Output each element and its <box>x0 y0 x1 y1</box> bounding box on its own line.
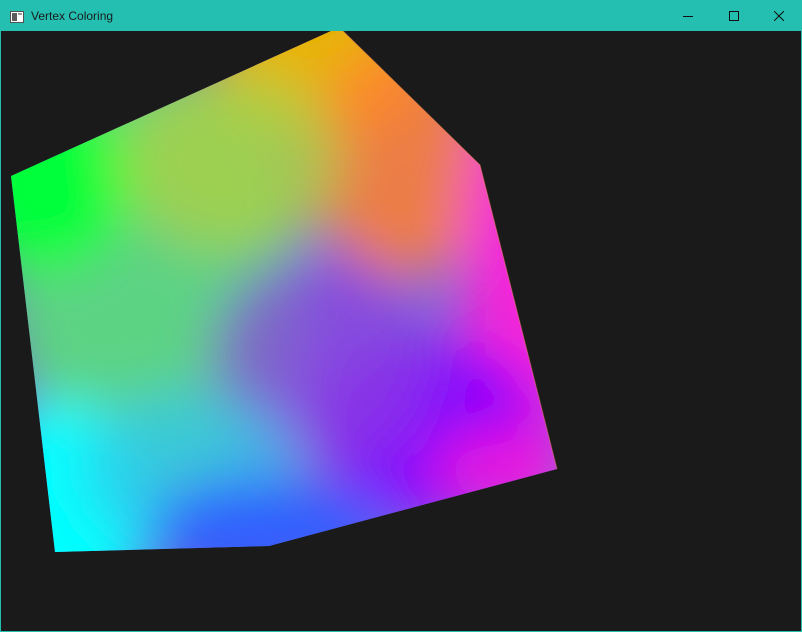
minimize-button[interactable] <box>665 1 711 31</box>
app-window-icon <box>10 10 24 23</box>
window-title: Vertex Coloring <box>31 9 114 23</box>
vertex-colored-cube <box>11 31 558 552</box>
title-bar[interactable]: Vertex Coloring <box>1 1 801 31</box>
maximize-button[interactable] <box>711 1 757 31</box>
maximize-icon <box>729 11 739 21</box>
cube-gradient-surface <box>11 31 557 552</box>
render-viewport[interactable] <box>1 31 801 631</box>
app-window: Vertex Coloring <box>0 0 802 632</box>
close-button[interactable] <box>756 1 801 31</box>
close-icon <box>774 11 784 21</box>
minimize-icon <box>683 16 693 17</box>
